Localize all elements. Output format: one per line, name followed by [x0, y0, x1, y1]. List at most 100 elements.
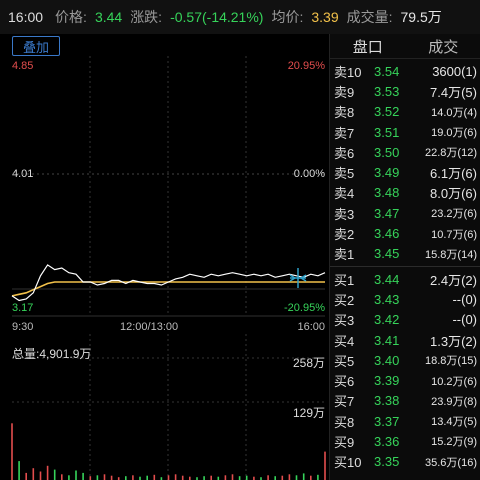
ask-price: 3.52: [374, 104, 400, 120]
ask-row[interactable]: 卖10 3.54 3600(1): [330, 61, 480, 81]
bid-volume: 2.4万(2): [430, 272, 477, 288]
volume-bar: [103, 474, 106, 480]
orderbook-tabs: 盘口 成交: [330, 34, 480, 59]
bid-row[interactable]: 买3 3.42 --(0): [330, 310, 480, 330]
volume-bar: [317, 474, 319, 480]
bid-level-label: 买3: [334, 313, 355, 329]
volume-bar: [203, 476, 205, 480]
ask-row[interactable]: 卖8 3.52 14.0万(4): [330, 102, 480, 122]
volume-bar: [89, 476, 92, 480]
change-label: 涨跌:: [130, 9, 163, 25]
volume-bar: [96, 475, 99, 480]
quote-header: 16:00 价格: 3.44 涨跌: -0.57(-14.21%) 均价: 3.39 …: [0, 0, 480, 34]
ask-volume: 10.7万(6): [431, 228, 477, 241]
ask-volume: 8.0万(6): [430, 186, 477, 202]
ask-level-label: 卖2: [334, 227, 355, 243]
volume-bar: [39, 471, 42, 480]
bid-row[interactable]: 买2 3.43 --(0): [330, 289, 480, 309]
ask-row[interactable]: 卖5 3.49 6.1万(6): [330, 162, 480, 182]
ask-volume: 22.8万(12): [425, 147, 477, 160]
ask-level-label: 卖8: [334, 105, 355, 121]
volume-bar: [146, 475, 148, 480]
ask-level-label: 卖4: [334, 186, 355, 202]
bid-level-label: 买9: [334, 434, 355, 450]
ask-price: 3.46: [374, 226, 400, 242]
bid-volume: 15.2万(9): [431, 436, 477, 449]
bid-volume: --(0): [452, 312, 477, 328]
bid-price: 3.43: [374, 291, 400, 307]
bid-row[interactable]: 买5 3.40 18.8万(15): [330, 350, 480, 370]
bid-row[interactable]: 买4 3.41 1.3万(2): [330, 330, 480, 350]
bid-price: 3.36: [374, 433, 400, 449]
intraday-chart: 叠加 4.85 20.95% 4.01 0.00% 3.17 -20.95% 9…: [0, 34, 329, 480]
volume-bar: [174, 474, 177, 480]
volume-bar: [32, 468, 35, 480]
bid-level-label: 买10: [334, 455, 362, 471]
ask-volume: 7.4万(5): [430, 84, 477, 100]
volume-bar: [267, 475, 269, 480]
volume-bar: [210, 475, 212, 480]
ask-price: 3.47: [374, 205, 400, 221]
avg-value: 3.39: [311, 9, 339, 25]
volume-bar: [110, 475, 113, 480]
time-label: 16:00: [8, 9, 44, 25]
bid-row[interactable]: 买7 3.38 23.9万(8): [330, 391, 480, 411]
ask-price: 3.54: [374, 63, 400, 79]
volume-bar: [125, 476, 127, 480]
volume-bar: [288, 474, 291, 480]
bid-row[interactable]: 买10 3.35 35.6万(16): [330, 452, 480, 472]
ask-level-label: 卖7: [334, 125, 355, 141]
volume-bar: [153, 474, 156, 480]
volume-bar: [231, 474, 234, 480]
tab-orderbook[interactable]: 盘口: [330, 34, 406, 58]
ask-row[interactable]: 卖4 3.48 8.0万(6): [330, 183, 480, 203]
bid-row[interactable]: 买8 3.37 13.4万(5): [330, 411, 480, 431]
ask-volume: 23.2万(6): [431, 208, 477, 221]
volume-bar: [181, 475, 184, 480]
volume-bar: [295, 475, 298, 480]
orderbook-asks: 卖10 3.54 3600(1) 卖9 3.53 7.4万(5) 卖8 3.52 14.0万(4…: [330, 61, 480, 264]
bid-level-label: 买1: [334, 272, 355, 288]
volume-bar: [310, 475, 312, 480]
volume-bar: [281, 475, 284, 480]
ask-price: 3.49: [374, 165, 400, 181]
ask-volume: 6.1万(6): [430, 166, 477, 182]
volume-bar: [11, 423, 13, 480]
bid-volume: 1.3万(2): [430, 333, 477, 349]
volume-bar: [224, 475, 227, 480]
orderbook-panel: 盘口 成交 卖10 3.54 3600(1) 卖9 3.53 7.4万(5) 卖8 3.52 1…: [329, 34, 480, 480]
ask-volume: 14.0万(4): [431, 106, 477, 119]
orderbook-divider: [330, 265, 480, 267]
ask-volume: 19.0万(6): [431, 127, 477, 140]
bid-price: 3.39: [374, 373, 400, 389]
orderbook-bids: 买1 3.44 2.4万(2) 买2 3.43 --(0) 买3 3.42 --(0) 买4 3.4…: [330, 269, 480, 472]
ask-row[interactable]: 卖2 3.46 10.7万(6): [330, 223, 480, 243]
price-value: 3.44: [94, 9, 123, 25]
bid-volume: 35.6万(16): [425, 456, 477, 469]
tab-trades[interactable]: 成交: [406, 34, 480, 58]
ask-row[interactable]: 卖1 3.45 15.8万(14): [330, 244, 480, 264]
volume-bar: [18, 461, 20, 480]
ask-row[interactable]: 卖7 3.51 19.0万(6): [330, 122, 480, 142]
volume-mid-label: 129万: [292, 406, 325, 420]
volume-bar: [61, 474, 63, 480]
crosshair-marker-icon[interactable]: [289, 268, 307, 288]
volume-bar: [82, 472, 84, 480]
bid-price: 3.37: [374, 413, 400, 429]
volume-bar: [68, 475, 70, 480]
volume-bar: [238, 476, 241, 480]
volume-bar: [75, 470, 77, 480]
bid-volume: 10.2万(6): [431, 375, 477, 388]
bid-row[interactable]: 买1 3.44 2.4万(2): [330, 269, 480, 289]
bid-level-label: 买2: [334, 292, 355, 308]
bid-volume: 23.9万(8): [431, 395, 477, 408]
ask-row[interactable]: 卖9 3.53 7.4万(5): [330, 81, 480, 101]
bid-price: 3.41: [374, 332, 400, 348]
ask-level-label: 卖1: [334, 247, 355, 263]
bid-row[interactable]: 买9 3.36 15.2万(9): [330, 431, 480, 451]
bid-row[interactable]: 买6 3.39 10.2万(6): [330, 370, 480, 390]
ask-price: 3.50: [374, 144, 400, 160]
ask-row[interactable]: 卖6 3.50 22.8万(12): [330, 142, 480, 162]
ask-level-label: 卖3: [334, 206, 355, 222]
ask-row[interactable]: 卖3 3.47 23.2万(6): [330, 203, 480, 223]
